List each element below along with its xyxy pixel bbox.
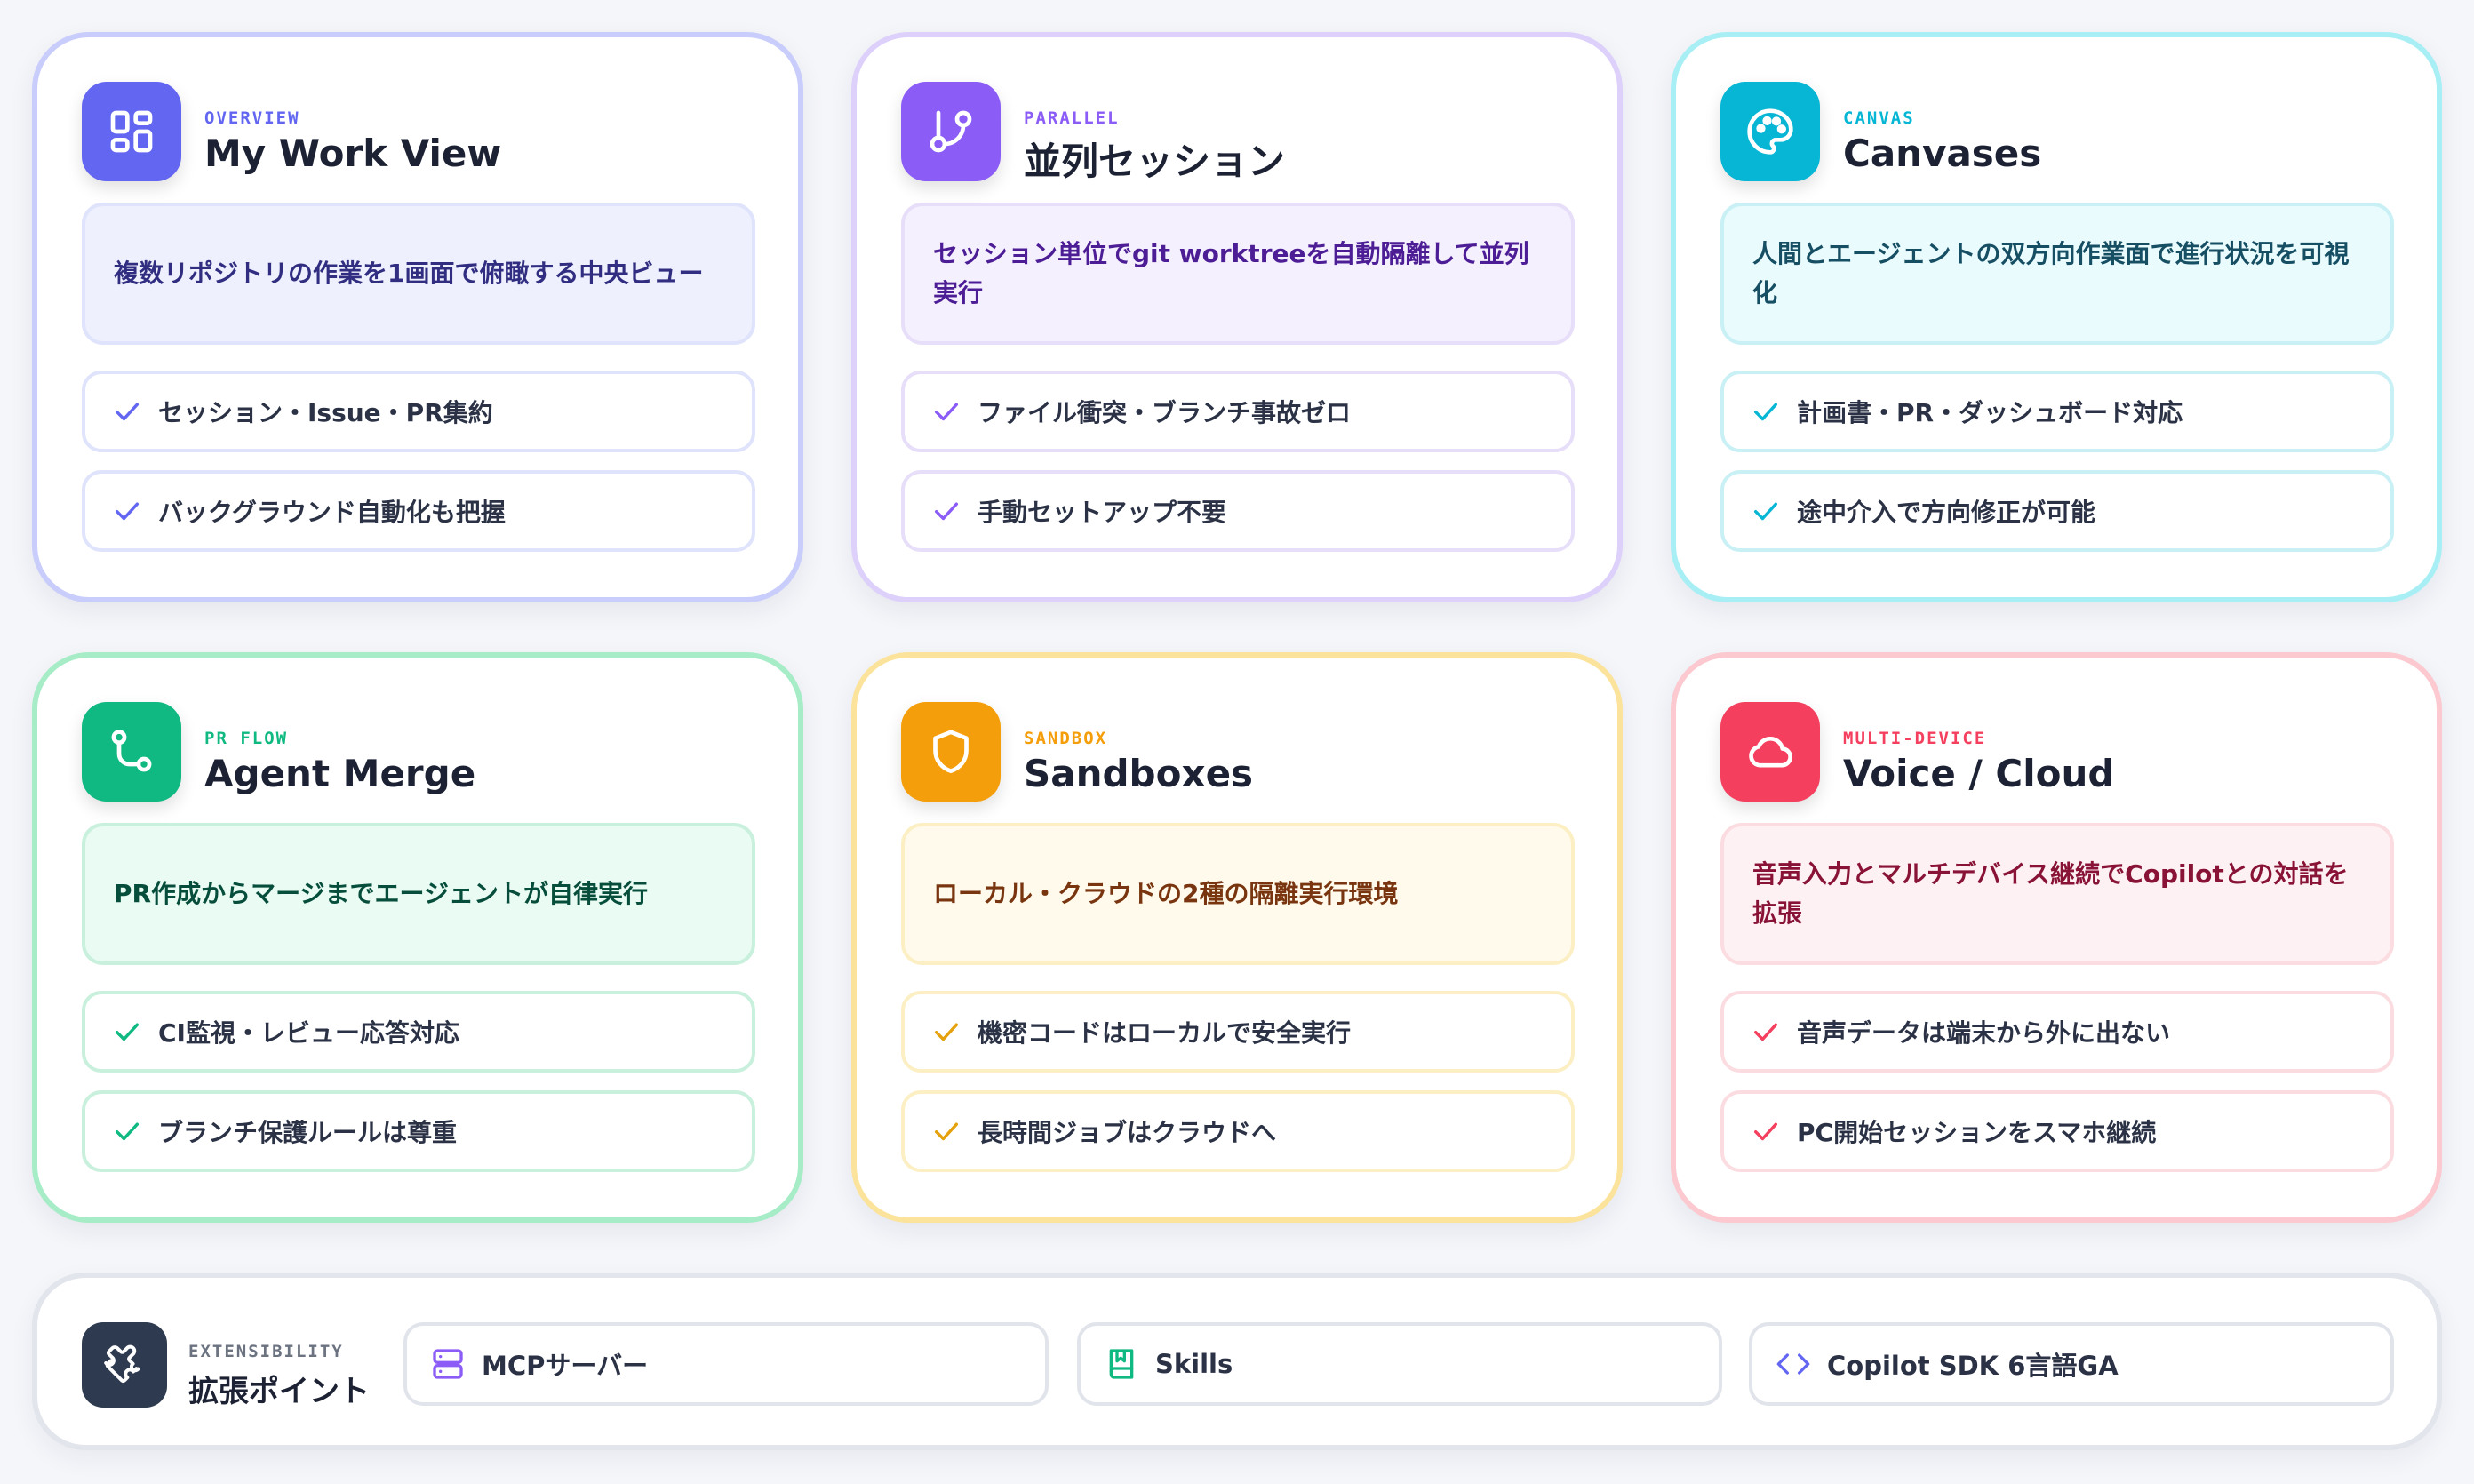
- feature-item: セッション・Issue・PR集約: [82, 371, 755, 452]
- card-title: 並列セッション: [1024, 140, 1286, 183]
- feature-item: バックグラウンド自動化も把握: [82, 470, 755, 552]
- card-title: My Work View: [204, 132, 502, 175]
- feature-item: PC開始セッションをスマホ継続: [1720, 1090, 2394, 1172]
- check-icon: [934, 403, 959, 421]
- card-description: 人間とエージェントの双方向作業面で進行状況を可視化: [1720, 203, 2394, 345]
- feature-item: 計画書・PR・ダッシュボード対応: [1720, 371, 2394, 452]
- card-description: セッション単位でgit worktreeを自動隔離して並列実行: [901, 203, 1575, 345]
- feature-label: 長時間ジョブはクラウドへ: [978, 1118, 1277, 1147]
- card-parallel-sessions: PARALLEL 並列セッション セッション単位でgit worktreeを自動…: [851, 32, 1623, 602]
- card-voice-cloud: MULTI-DEVICE Voice / Cloud 音声入力とマルチデバイス継…: [1671, 652, 2442, 1223]
- feature-item: 長時間ジョブはクラウドへ: [901, 1090, 1575, 1172]
- code-icon: [1776, 1353, 1810, 1375]
- card-title: Canvases: [1843, 132, 2042, 175]
- card-description: PR作成からマージまでエージェントが自律実行: [82, 823, 755, 965]
- card-tag: OVERVIEW: [204, 108, 300, 128]
- card-tag: CANVAS: [1843, 108, 1915, 128]
- feature-item: 音声データは端末から外に出ない: [1720, 991, 2394, 1073]
- git-merge-icon: [82, 702, 181, 802]
- feature-label: 途中介入で方向修正が可能: [1797, 498, 2096, 527]
- chip-label: Copilot SDK 6言語GA: [1827, 1351, 2119, 1381]
- feature-label: 計画書・PR・ダッシュボード対応: [1797, 398, 2183, 427]
- shield-icon: [901, 702, 1001, 802]
- card-description: ローカル・クラウドの2種の隔離実行環境: [901, 823, 1575, 965]
- chip-skills[interactable]: Skills: [1077, 1322, 1722, 1406]
- card-description: 複数リポジトリの作業を1画面で俯瞰する中央ビュー: [82, 203, 755, 345]
- card-tag: PARALLEL: [1024, 108, 1120, 128]
- feature-label: バックグラウンド自動化も把握: [158, 498, 506, 527]
- card-sandboxes: SANDBOX Sandboxes ローカル・クラウドの2種の隔離実行環境 機密…: [851, 652, 1623, 1223]
- feature-label: CI監視・レビュー応答対応: [158, 1018, 459, 1048]
- check-icon: [1753, 502, 1778, 521]
- card-my-work-view: OVERVIEW My Work View 複数リポジトリの作業を1画面で俯瞰す…: [32, 32, 803, 602]
- layout-grid-icon: [82, 82, 181, 181]
- chip-copilot-sdk[interactable]: Copilot SDK 6言語GA: [1749, 1322, 2394, 1406]
- puzzle-icon: [82, 1322, 167, 1408]
- check-icon: [934, 1122, 959, 1141]
- card-title: Voice / Cloud: [1843, 752, 2115, 795]
- feature-item: ファイル衝突・ブランチ事故ゼロ: [901, 371, 1575, 452]
- feature-item: 手動セットアップ不要: [901, 470, 1575, 552]
- card-agent-merge: PR FLOW Agent Merge PR作成からマージまでエージェントが自律…: [32, 652, 803, 1223]
- check-icon: [1753, 1122, 1778, 1141]
- chip-label: MCPサーバー: [482, 1351, 649, 1381]
- feature-label: 手動セットアップ不要: [978, 498, 1227, 527]
- card-tag: MULTI-DEVICE: [1843, 729, 1987, 748]
- feature-label: セッション・Issue・PR集約: [158, 398, 493, 427]
- card-tag: PR FLOW: [204, 729, 289, 748]
- feature-item: ブランチ保護ルールは尊重: [82, 1090, 755, 1172]
- check-icon: [115, 403, 140, 421]
- extensibility-bar: EXTENSIBILITY 拡張ポイント MCPサーバー Skills Copi…: [32, 1273, 2442, 1450]
- extensibility-tag: EXTENSIBILITY: [188, 1342, 344, 1361]
- card-canvases: CANVAS Canvases 人間とエージェントの双方向作業面で進行状況を可視…: [1671, 32, 2442, 602]
- feature-item: 途中介入で方向修正が可能: [1720, 470, 2394, 552]
- card-description: 音声入力とマルチデバイス継続でCopilotとの対話を拡張: [1720, 823, 2394, 965]
- check-icon: [115, 1122, 140, 1141]
- feature-label: PC開始セッションをスマホ継続: [1797, 1118, 2157, 1147]
- feature-label: 機密コードはローカルで安全実行: [978, 1018, 1352, 1048]
- palette-icon: [1720, 82, 1820, 181]
- check-icon: [115, 1023, 140, 1041]
- check-icon: [1753, 1023, 1778, 1041]
- cloud-icon: [1720, 702, 1820, 802]
- chip-label: Skills: [1155, 1349, 1233, 1379]
- feature-label: ブランチ保護ルールは尊重: [158, 1118, 458, 1147]
- card-title: Sandboxes: [1024, 752, 1254, 795]
- server-icon: [433, 1349, 463, 1379]
- chip-mcp-server[interactable]: MCPサーバー: [403, 1322, 1049, 1406]
- feature-item: 機密コードはローカルで安全実行: [901, 991, 1575, 1073]
- git-branch-icon: [901, 82, 1001, 181]
- card-title: Agent Merge: [204, 752, 476, 795]
- feature-label: 音声データは端末から外に出ない: [1797, 1018, 2171, 1048]
- check-icon: [934, 1023, 959, 1041]
- check-icon: [934, 502, 959, 521]
- check-icon: [115, 502, 140, 521]
- card-tag: SANDBOX: [1024, 729, 1108, 748]
- feature-label: ファイル衝突・ブランチ事故ゼロ: [978, 398, 1352, 427]
- check-icon: [1753, 403, 1778, 421]
- feature-item: CI監視・レビュー応答対応: [82, 991, 755, 1073]
- book-icon: [1109, 1349, 1134, 1379]
- extensibility-title: 拡張ポイント: [188, 1374, 370, 1409]
